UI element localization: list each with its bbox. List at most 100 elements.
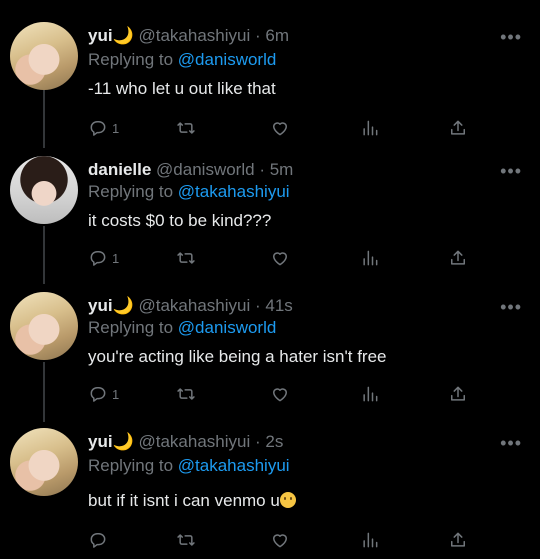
reply-icon [90,387,106,402]
replying-prefix: Replying to [88,318,174,337]
reply-button[interactable]: 1 [88,246,119,270]
retweet-button[interactable] [176,528,196,552]
share-button[interactable] [448,382,468,406]
mention-link[interactable]: @takahashiyui [178,182,290,201]
moon-emoji: 🌙 [112,26,134,45]
more-options-icon[interactable]: ••• [500,298,522,316]
like-icon [273,534,287,548]
more-options-icon[interactable]: ••• [500,28,522,46]
reply-icon [90,533,106,548]
views-button[interactable] [360,382,380,406]
share-button[interactable] [448,246,468,270]
mention-link[interactable]: @takahashiyui [178,456,290,475]
like-button[interactable] [270,246,290,270]
like-button[interactable] [270,528,290,552]
like-button[interactable] [270,116,290,140]
share-icon [451,250,465,265]
share-icon [451,386,465,401]
moon-emoji: 🌙 [112,432,134,451]
tweet-text: but if it isnt i can venmo u [88,490,296,512]
handle[interactable]: @danisworld [156,160,255,179]
retweet-button[interactable] [176,246,196,270]
tweet-header: yui🌙 @takahashiyui · 6m [88,25,289,47]
display-name[interactable]: danielle [88,160,151,179]
avatar[interactable] [10,22,78,90]
share-button[interactable] [448,116,468,140]
separator: · [254,26,261,45]
action-bar: 1 [88,382,478,406]
timestamp[interactable]: 5m [270,160,294,179]
like-icon [273,252,287,266]
separator: · [259,160,265,179]
like-icon [273,122,287,136]
handle[interactable]: @takahashiyui [138,296,250,315]
share-icon [451,120,465,135]
mention-link[interactable]: @danisworld [178,50,277,69]
retweet-icon [177,122,195,134]
timestamp[interactable]: 41s [265,296,292,315]
tweet[interactable]: yui🌙 @takahashiyui · 6m ••• Replying to … [0,22,540,152]
replying-prefix: Replying to [88,50,174,69]
like-button[interactable] [270,382,290,406]
like-icon [273,388,287,402]
reply-button[interactable]: 1 [88,382,119,406]
tweet-header: yui🌙 @takahashiyui · 2s [88,431,283,453]
views-icon [363,120,378,136]
retweet-icon [177,252,195,264]
views-button[interactable] [360,116,380,140]
views-icon [363,250,378,266]
avatar[interactable] [10,428,78,496]
share-icon [451,532,465,547]
views-icon [363,532,378,548]
action-bar [88,528,478,552]
tweet-header: danielle @danisworld · 5m [88,159,293,181]
reply-count: 1 [112,250,120,266]
replying-prefix: Replying to [88,456,174,475]
more-options-icon[interactable]: ••• [500,434,522,452]
retweet-button[interactable] [176,116,196,140]
mention-link[interactable]: @danisworld [178,318,277,337]
tweet-text: -11 who let u out like that [88,79,276,98]
slightly-frowning-face-emoji-icon [279,492,296,508]
replying-to: Replying to @danisworld [88,49,276,71]
display-name[interactable]: yui [88,296,113,315]
handle[interactable]: @takahashiyui [138,432,250,451]
tweet[interactable]: danielle @danisworld · 5m ••• Replying t… [0,156,540,286]
tweet[interactable]: yui🌙 @takahashiyui · 41s ••• Replying to… [0,292,540,422]
replying-prefix: Replying to [88,182,174,201]
retweet-icon [177,534,195,546]
reply-icon [90,121,106,136]
views-button[interactable] [360,246,380,270]
reply-button[interactable] [88,528,108,552]
reply-count: 1 [112,386,120,402]
action-bar: 1 [88,246,478,270]
replying-to: Replying to @takahashiyui [88,455,290,477]
action-bar: 1 [88,116,478,140]
retweet-button[interactable] [176,382,196,406]
moon-emoji: 🌙 [112,296,134,315]
separator: · [254,432,261,451]
avatar[interactable] [10,156,78,224]
tweet-header: yui🌙 @takahashiyui · 41s [88,295,293,317]
reply-button[interactable]: 1 [88,116,119,140]
timestamp[interactable]: 2s [265,432,283,451]
tweet-text-content: but if it isnt i can venmo u [88,491,280,510]
reply-count: 1 [112,120,120,136]
replying-to: Replying to @danisworld [88,317,276,339]
retweet-icon [177,388,195,400]
display-name[interactable]: yui [88,432,113,451]
timestamp[interactable]: 6m [265,26,289,45]
display-name[interactable]: yui [88,26,113,45]
tweet-text: you're acting like being a hater isn't f… [88,347,387,366]
reply-icon [90,251,106,266]
tweet-text: it costs $0 to be kind??? [88,211,272,230]
tweet[interactable]: yui🌙 @takahashiyui · 2s ••• Replying to … [0,428,540,559]
share-button[interactable] [448,528,468,552]
replying-to: Replying to @takahashiyui [88,181,290,203]
views-icon [363,386,378,402]
handle[interactable]: @takahashiyui [138,26,250,45]
separator: · [254,296,261,315]
views-button[interactable] [360,528,380,552]
avatar[interactable] [10,292,78,360]
more-options-icon[interactable]: ••• [500,162,522,180]
